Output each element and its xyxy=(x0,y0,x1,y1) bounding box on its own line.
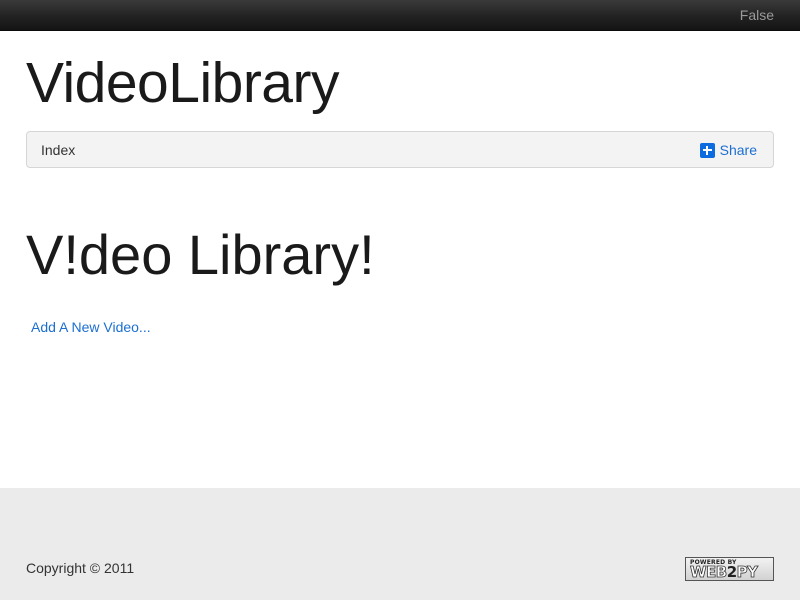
nav-bar: Index Share xyxy=(26,131,774,168)
page-heading: V!deo Library! xyxy=(26,223,375,286)
nav-item-index[interactable]: Index xyxy=(41,142,75,158)
add-new-video-link[interactable]: Add A New Video... xyxy=(31,319,151,335)
badge-py-text: PY xyxy=(736,563,758,582)
app-title: VideoLibrary xyxy=(26,51,339,115)
auth-menu-link[interactable]: False xyxy=(740,7,774,23)
share-label: Share xyxy=(719,142,757,158)
plus-square-icon xyxy=(699,142,715,158)
badge-web2py-text: WEB2PY xyxy=(690,563,759,582)
footer: Copyright © 2011 POWERED BY WEB2PY xyxy=(0,488,800,600)
top-bar: False xyxy=(0,0,800,31)
badge-web-text: WEB xyxy=(690,563,728,582)
copyright-text: Copyright © 2011 xyxy=(26,560,135,576)
powered-by-web2py-badge[interactable]: POWERED BY WEB2PY xyxy=(685,557,774,581)
badge-2-text: 2 xyxy=(726,563,737,581)
share-button[interactable]: Share xyxy=(699,142,757,158)
